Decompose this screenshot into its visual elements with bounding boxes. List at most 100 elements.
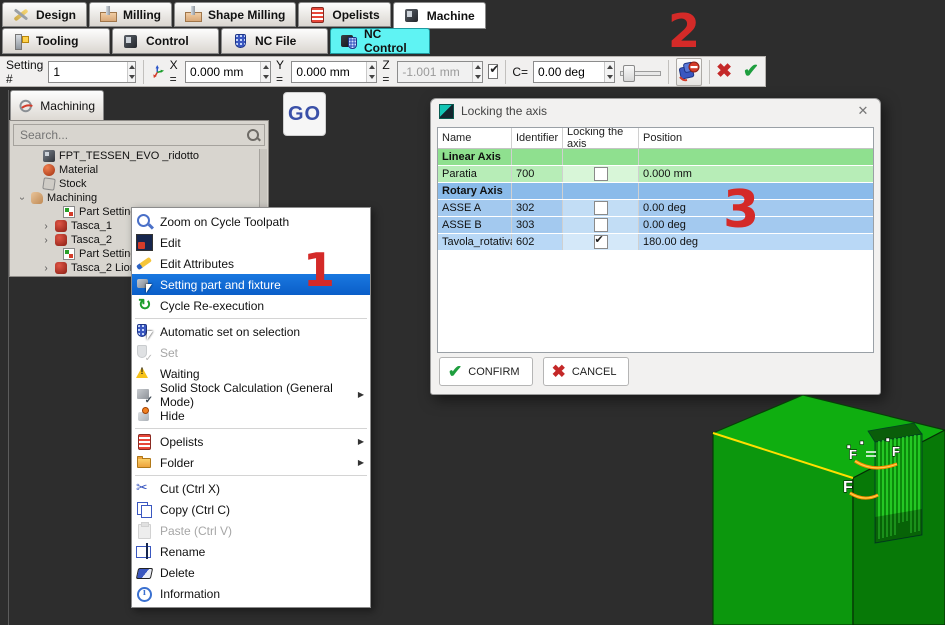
dialog-title-bar[interactable]: Locking the axis ✕ [431,99,880,123]
chevron-right-icon[interactable]: › [41,235,51,246]
toolbar-separator [143,60,144,84]
menu-item-copy[interactable]: Copy (Ctrl C) [132,499,370,520]
opelists-icon [309,6,326,23]
menu-item-opelists[interactable]: Opelists▶ [132,431,370,452]
spinner[interactable] [366,62,376,82]
table-row-paratia[interactable]: Paratia 700 0.000 mm [438,166,873,183]
menu-item-automatic-set-on-selection[interactable]: Automatic set on selection [132,321,370,342]
table-row-asse-a[interactable]: ASSE A 302 0.00 deg [438,200,873,217]
spinner[interactable] [604,62,614,82]
tree-item-stock[interactable]: Stock [11,177,260,191]
lock-checkbox[interactable] [594,201,608,215]
tab-label: Opelists [332,8,379,22]
toolbar-separator [668,60,669,84]
zoom-icon [136,213,153,230]
tab-nc-file[interactable]: NC File [221,28,328,54]
spinner-down-button[interactable] [473,72,482,82]
setting-number-input[interactable] [49,62,127,82]
lock-checkbox[interactable] [594,235,608,249]
tab-opelists[interactable]: Opelists [298,2,390,27]
column-header-name[interactable]: Name [438,128,512,148]
table-row-tavola-rotativa[interactable]: Tavola_rotativa 602 180.00 deg [438,234,873,251]
spinner-up-button[interactable] [473,62,482,72]
toolbar-cancel-icon[interactable]: ✖ [716,62,732,81]
chevron-right-icon[interactable]: › [41,263,51,274]
spinner-down-button[interactable] [605,72,614,82]
submenu-arrow-icon: ▶ [358,390,364,399]
tree-item-project[interactable]: FPT_TESSEN_EVO _ridotto [11,149,260,163]
x-label: X = [170,58,180,86]
x-input[interactable] [186,62,260,82]
menu-item-folder[interactable]: Folder▶ [132,452,370,473]
menu-item-set[interactable]: Set [132,342,370,363]
table-row-rotary-axis[interactable]: Rotary Axis [438,183,873,200]
submenu-arrow-icon: ▶ [358,437,364,446]
lock-axis-button[interactable] [676,58,702,86]
search-input[interactable] [18,127,246,143]
menu-item-delete[interactable]: Delete [132,562,370,583]
spinner-down-button[interactable] [128,72,135,82]
c-input[interactable] [534,62,604,82]
spinner-up-button[interactable] [605,62,614,72]
menu-item-cycle-re-execution[interactable]: Cycle Re-execution [132,295,370,316]
spinner[interactable] [260,62,270,82]
axis-table: Name Identifier Locking the axis Positio… [437,127,874,353]
column-header-identifier[interactable]: Identifier [512,128,563,148]
menu-item-zoom-on-cycle-toolpath[interactable]: Zoom on Cycle Toolpath [132,211,370,232]
pocket-icon [55,220,67,232]
menu-item-information[interactable]: Information [132,583,370,604]
tab-tooling[interactable]: Tooling [2,28,110,54]
spinner-down-button[interactable] [367,72,376,82]
y-input[interactable] [292,62,366,82]
y-field [291,61,377,83]
slider-thumb[interactable] [623,65,635,82]
menu-item-rename[interactable]: Rename [132,541,370,562]
column-header-position[interactable]: Position [639,128,873,148]
table-row-linear-axis[interactable]: Linear Axis [438,149,873,166]
tree-item-machining[interactable]: ›Machining [11,191,260,205]
menu-item-cut[interactable]: Cut (Ctrl X) [132,478,370,499]
search-box [13,124,265,146]
annotation-step-1: 1 [303,247,335,293]
cell-locking [563,166,639,182]
menu-item-solid-stock-calculation[interactable]: Solid Stock Calculation (General Mode)▶ [132,384,370,405]
toolbar-confirm-icon[interactable]: ✔ [743,62,759,81]
tab-control[interactable]: Control [112,28,219,54]
chevron-down-icon[interactable]: › [17,193,28,203]
tab-milling[interactable]: Milling [89,2,172,27]
close-icon[interactable]: ✕ [854,103,872,119]
z-lock-checkbox[interactable] [488,64,497,79]
axis-origin-icon[interactable] [151,60,165,83]
table-row-asse-b[interactable]: ASSE B 303 0.00 deg [438,217,873,234]
cancel-button[interactable]: ✖CANCEL [543,357,630,386]
column-header-locking[interactable]: Locking the axis [563,128,639,148]
go-button[interactable]: GO [283,92,326,136]
spinner-up-button[interactable] [367,62,376,72]
spinner[interactable] [472,62,482,82]
confirm-button[interactable]: ✔CONFIRM [439,357,533,386]
cell-name: ASSE A [438,200,512,216]
pocket-icon [55,234,67,246]
z-input[interactable] [398,62,472,82]
clipboard-icon [136,522,153,539]
spinner-up-button[interactable] [128,62,135,72]
menu-item-label: Information [160,587,220,601]
cell-locking [563,183,639,199]
tab-nc-control[interactable]: NC Control [330,28,430,54]
tab-shape-milling[interactable]: Shape Milling [174,2,296,27]
tab-machining-panel[interactable]: Machining [10,90,104,121]
chevron-right-icon[interactable]: › [41,221,51,232]
tab-design[interactable]: Design [2,2,87,27]
lock-checkbox[interactable] [594,218,608,232]
spinner-down-button[interactable] [261,72,270,82]
viewport-3d[interactable]: F F F [700,395,945,625]
cell-identifier [512,149,563,165]
menu-item-paste[interactable]: Paste (Ctrl V) [132,520,370,541]
c-angle-slider[interactable] [620,63,661,81]
spinner-up-button[interactable] [261,62,270,72]
tab-machine[interactable]: Machine [393,2,486,29]
lock-checkbox[interactable] [594,167,608,181]
dialog-title: Locking the axis [461,104,547,118]
spinner[interactable] [127,62,135,82]
tree-item-material[interactable]: Material [11,163,260,177]
